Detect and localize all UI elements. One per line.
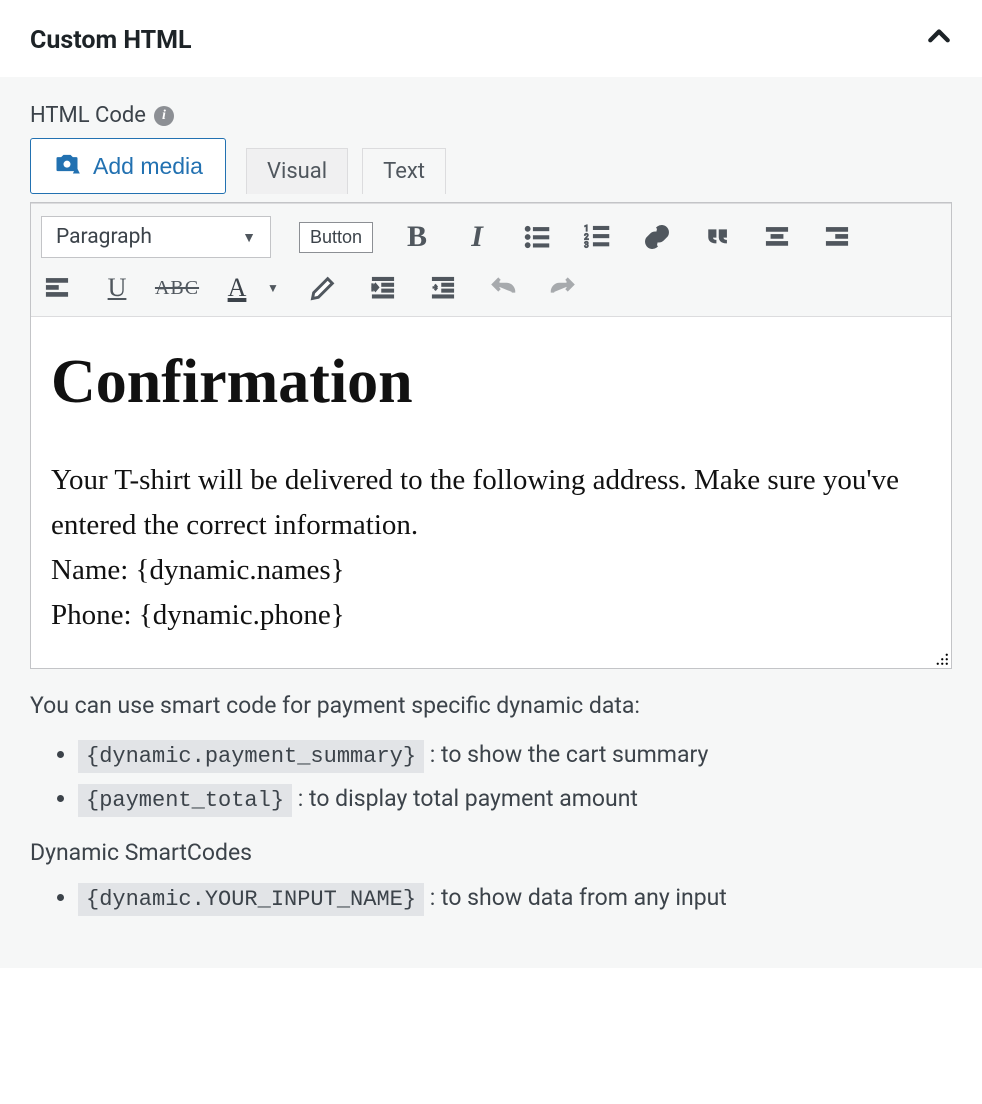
field-label-row: HTML Code i <box>30 103 952 128</box>
content-line-3: Phone: {dynamic.phone} <box>51 593 931 638</box>
toolbar-row-2: U ABC A ▼ <box>41 272 941 304</box>
content-line-1: Your T-shirt will be delivered to the fo… <box>51 458 931 548</box>
italic-icon[interactable]: I <box>461 221 493 253</box>
panel-title: Custom HTML <box>30 26 192 55</box>
text-color-icon[interactable]: A <box>221 272 253 304</box>
smartcode-desc: : to show data from any input <box>430 884 727 911</box>
tab-text[interactable]: Text <box>362 148 446 194</box>
editor-container: Paragraph ▼ Button B I 123 <box>30 202 952 669</box>
smartcode-desc: : to display total payment amount <box>298 785 638 812</box>
list-item: {dynamic.payment_summary} : to show the … <box>78 741 952 769</box>
undo-icon[interactable] <box>487 272 519 304</box>
redo-icon[interactable] <box>547 272 579 304</box>
list-item: {payment_total} : to display total payme… <box>78 785 952 813</box>
dynamic-help-list: {dynamic.YOUR_INPUT_NAME} : to show data… <box>30 884 952 912</box>
smartcode-desc: : to show the cart summary <box>430 741 709 768</box>
format-select[interactable]: Paragraph ▼ <box>41 216 271 258</box>
link-icon[interactable] <box>641 221 673 253</box>
smartcode: {payment_total} <box>78 784 292 817</box>
clear-format-icon[interactable] <box>307 272 339 304</box>
chevron-down-icon: ▼ <box>242 229 256 246</box>
editor-content[interactable]: Confirmation Your T-shirt will be delive… <box>31 317 951 668</box>
toolbar: Paragraph ▼ Button B I 123 <box>31 203 951 317</box>
panel-header[interactable]: Custom HTML <box>0 0 982 77</box>
underline-icon[interactable]: U <box>101 272 133 304</box>
align-center-lines-icon[interactable] <box>761 221 793 253</box>
toolbar-row-1: Paragraph ▼ Button B I 123 <box>41 216 941 258</box>
editor-top-row: Add media Visual Text <box>30 138 952 194</box>
content-line-2: Name: {dynamic.names} <box>51 548 931 593</box>
help-list: {dynamic.payment_summary} : to show the … <box>30 741 952 813</box>
smartcode: {dynamic.YOUR_INPUT_NAME} <box>78 883 424 916</box>
indent-icon[interactable] <box>427 272 459 304</box>
add-media-label: Add media <box>93 153 203 180</box>
smartcode: {dynamic.payment_summary} <box>78 740 424 773</box>
align-right-lines-icon[interactable] <box>821 221 853 253</box>
list-item: {dynamic.YOUR_INPUT_NAME} : to show data… <box>78 884 952 912</box>
outdent-icon[interactable] <box>367 272 399 304</box>
chevron-up-icon[interactable] <box>926 24 952 57</box>
blockquote-icon[interactable] <box>701 221 733 253</box>
panel-body: HTML Code i Add media Visual Text Paragr… <box>0 77 982 968</box>
field-label: HTML Code <box>30 103 146 128</box>
bullet-list-icon[interactable] <box>521 221 553 253</box>
numbered-list-icon[interactable]: 123 <box>581 221 613 253</box>
chevron-down-icon[interactable]: ▼ <box>267 281 279 295</box>
tab-visual[interactable]: Visual <box>246 148 348 194</box>
bold-icon[interactable]: B <box>401 221 433 253</box>
help-intro: You can use smart code for payment speci… <box>30 689 952 724</box>
add-media-button[interactable]: Add media <box>30 138 226 194</box>
resize-handle-icon[interactable] <box>931 648 949 666</box>
format-select-value: Paragraph <box>56 225 152 249</box>
content-heading: Confirmation <box>51 347 931 418</box>
align-left-icon[interactable] <box>41 272 73 304</box>
strikethrough-icon[interactable]: ABC <box>161 272 193 304</box>
insert-button-button[interactable]: Button <box>299 222 373 253</box>
svg-text:3: 3 <box>584 240 589 250</box>
info-icon[interactable]: i <box>154 106 174 126</box>
camera-icon <box>53 149 81 183</box>
dynamic-smartcodes-heading: Dynamic SmartCodes <box>30 839 952 866</box>
